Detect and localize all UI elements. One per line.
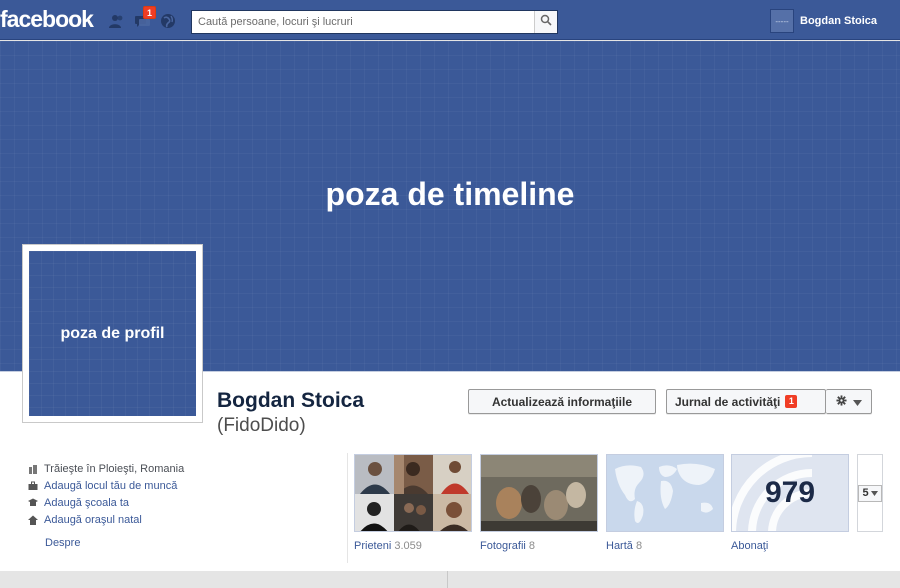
- friend-requests-icon[interactable]: [108, 12, 126, 30]
- photos-tile[interactable]: [480, 454, 598, 532]
- facebook-timeline-page: facebook 1 ----- Bogdan Stoica poza de t…: [0, 0, 900, 588]
- profile-picture: poza de profil: [29, 251, 196, 416]
- info-item-add-school[interactable]: Adaugă şcoala ta: [28, 494, 184, 511]
- subscribers-count: 979: [764, 476, 816, 509]
- facebook-logo[interactable]: facebook: [0, 6, 94, 33]
- friend-photo: [394, 494, 433, 531]
- update-info-button[interactable]: Actualizează informaţiile: [468, 389, 656, 414]
- settings-dropdown-button[interactable]: [826, 389, 872, 414]
- house-icon: [28, 515, 38, 525]
- friend-photo: [394, 455, 433, 494]
- map-tile-label[interactable]: Hartă 8: [606, 540, 642, 552]
- map-count: 8: [635, 540, 643, 552]
- map-tile[interactable]: [606, 454, 724, 532]
- more-apps-panel: 5: [857, 454, 883, 532]
- map-label: Hartă: [606, 540, 633, 552]
- info-item-add-work[interactable]: Adaugă locul tău de muncă: [28, 477, 184, 494]
- friend-photo: [355, 494, 394, 531]
- subscribers-tile[interactable]: 979: [731, 454, 849, 532]
- school-icon: [28, 498, 38, 508]
- friend-photo: [433, 455, 471, 494]
- timeline-content-area: [0, 571, 900, 588]
- info-divider: [347, 453, 348, 563]
- profile-name[interactable]: Bogdan Stoica: [217, 389, 364, 413]
- friend-photo: [355, 455, 394, 494]
- about-link[interactable]: Despre: [45, 537, 80, 549]
- info-item-label: Adaugă locul tău de muncă: [44, 479, 178, 492]
- photos-label: Fotografii: [480, 540, 526, 552]
- notifications-globe-icon[interactable]: [159, 12, 177, 30]
- search-bar: [191, 10, 558, 34]
- photos-tile-label[interactable]: Fotografii 8: [480, 540, 535, 552]
- update-info-label: Actualizează informaţiile: [491, 394, 633, 409]
- world-map-thumbnail: [607, 455, 723, 531]
- profile-picture-frame[interactable]: poza de profil: [22, 244, 203, 423]
- profile-info-list: Trăieşte în Ploieşti, Romania Adaugă loc…: [28, 460, 184, 528]
- info-item-label: Adaugă şcoala ta: [44, 496, 130, 509]
- info-item-label: Trăieşte în Ploieşti, Romania: [44, 462, 185, 475]
- chevron-down-icon: [852, 395, 862, 409]
- timeline-spine: [447, 571, 448, 588]
- more-apps-button[interactable]: 5: [858, 484, 882, 502]
- friends-tile-label[interactable]: Prieteni 3.059: [354, 540, 422, 552]
- friends-label: Prieteni: [354, 540, 392, 552]
- more-apps-count: 5: [862, 487, 869, 499]
- friends-count: 3.059: [394, 540, 422, 552]
- info-item-lives-in: Trăieşte în Ploieşti, Romania: [28, 460, 184, 477]
- activity-log-badge: 1: [785, 395, 798, 408]
- profile-nickname: (FidoDido): [217, 415, 306, 436]
- activity-log-label: Jurnal de activităţi: [675, 394, 781, 409]
- profile-picture-text: poza de profil: [60, 324, 165, 342]
- photos-count: 8: [528, 540, 536, 552]
- notification-badge: 1: [143, 6, 156, 19]
- info-item-add-hometown[interactable]: Adaugă oraşul natal: [28, 511, 184, 528]
- activity-log-button[interactable]: Jurnal de activităţi 1: [666, 389, 826, 414]
- info-item-label: Adaugă oraşul natal: [44, 513, 142, 526]
- chevron-down-icon: [870, 487, 878, 499]
- friend-photo: [433, 494, 471, 531]
- subscribers-label: Abonaţi: [731, 540, 769, 552]
- briefcase-icon: [28, 481, 38, 491]
- search-input[interactable]: [192, 11, 534, 33]
- photos-thumbnail: [481, 455, 597, 531]
- gear-icon: [835, 394, 847, 409]
- friends-tile[interactable]: [354, 454, 472, 532]
- user-name-link[interactable]: Bogdan Stoica: [800, 15, 877, 27]
- home-icon: [28, 464, 38, 474]
- top-navigation-bar: facebook 1 ----- Bogdan Stoica: [0, 0, 900, 40]
- user-avatar-thumb[interactable]: -----: [770, 9, 794, 33]
- search-button[interactable]: [534, 11, 557, 33]
- cover-photo-text: poza de timeline: [325, 176, 575, 212]
- subscribers-tile-label[interactable]: Abonaţi: [731, 540, 768, 552]
- search-icon: [540, 13, 552, 31]
